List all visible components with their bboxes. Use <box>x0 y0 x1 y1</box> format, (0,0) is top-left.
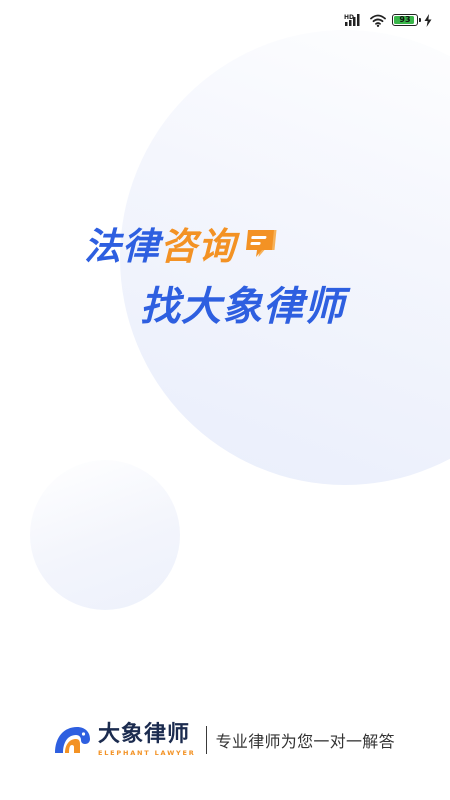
decorative-small-circle <box>30 460 180 610</box>
status-bar: HD 93 <box>344 10 432 30</box>
brand-tagline: 专业律师为您一对一解答 <box>215 732 395 751</box>
slogan-line-2: 找大象律师 <box>140 284 345 330</box>
slogan-law-text: 法律 <box>84 225 160 268</box>
splash-screen: HD 93 法律 咨询 找大象律师 大象律师 ELEPHANT LAWYER 专… <box>0 0 450 800</box>
footer-brand: 大象律师 ELEPHANT LAWYER 专业律师为您一对一解答 <box>52 718 395 762</box>
signal-icon: HD <box>344 14 360 26</box>
network-label: HD <box>344 14 354 21</box>
elephant-logo-icon <box>55 727 90 753</box>
brand-name: 大象律师 <box>98 722 191 748</box>
wifi-icon <box>370 14 386 27</box>
brand-divider <box>205 726 207 754</box>
chat-bubble-icon <box>246 230 277 257</box>
battery-level: 93 <box>399 15 411 24</box>
brand-block: 大象律师 ELEPHANT LAWYER <box>98 723 196 756</box>
brand-english-name: ELEPHANT LAWYER <box>98 748 196 757</box>
charging-icon <box>424 13 432 27</box>
slogan-line-1: 法律 咨询 <box>84 218 278 268</box>
slogan-consult-text: 咨询 <box>160 225 236 268</box>
battery-icon: 93 <box>392 14 421 26</box>
battery-cap <box>419 18 421 22</box>
